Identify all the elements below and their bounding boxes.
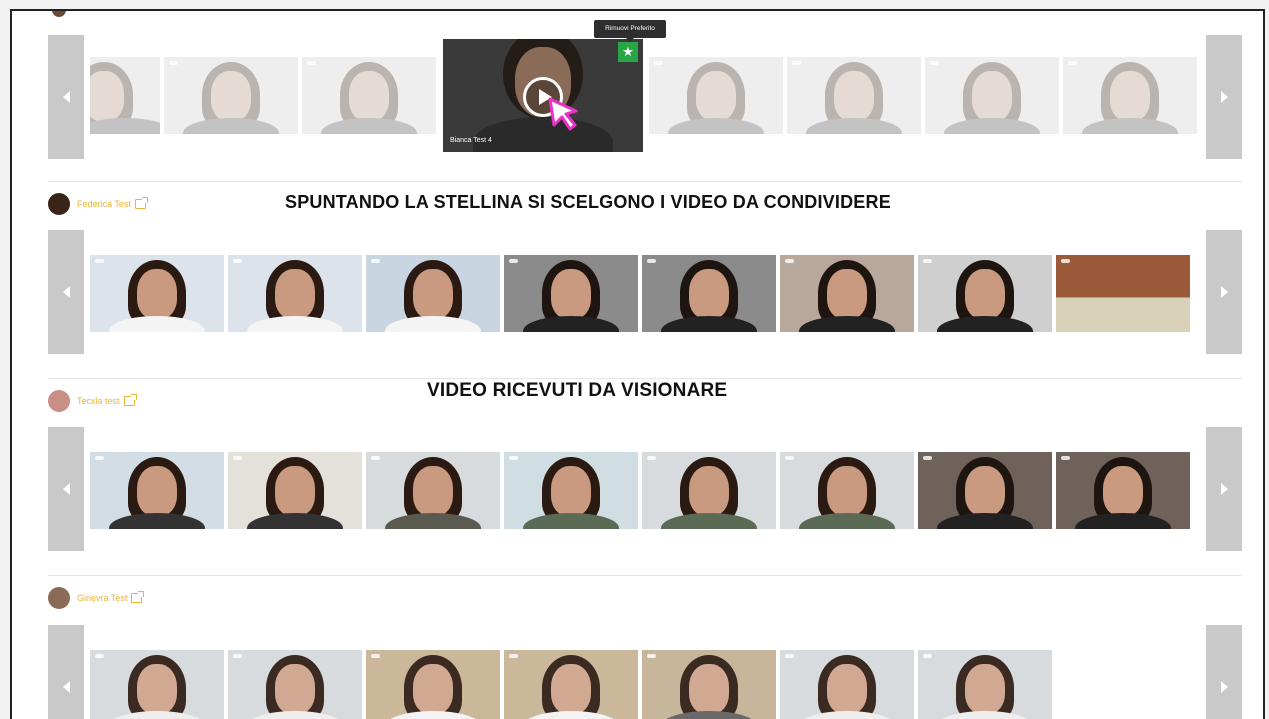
chevron-right-icon	[1220, 483, 1228, 495]
video-thumbnail[interactable]	[90, 452, 224, 529]
overlay-title: VIDEO RICEVUTI DA VISIONARE	[427, 380, 728, 401]
user-header: Ginevra Test	[48, 584, 145, 612]
carousel-row-federica	[90, 255, 1190, 332]
video-thumbnail[interactable]	[780, 255, 914, 332]
video-thumbnail[interactable]	[366, 650, 500, 719]
video-figure-body	[473, 117, 613, 152]
video-thumbnail[interactable]	[642, 452, 776, 529]
carousel-prev-button[interactable]	[48, 230, 84, 354]
tooltip: Rimuovi Preferito	[594, 20, 666, 42]
avatar	[48, 193, 70, 215]
carousel-next-button[interactable]	[1206, 625, 1242, 719]
favorite-star-button[interactable]: ★	[618, 42, 638, 62]
video-thumbnail[interactable]	[780, 452, 914, 529]
video-thumbnail[interactable]	[228, 452, 362, 529]
user-header: Federica Test	[48, 190, 148, 218]
carousel-prev-button[interactable]	[48, 35, 84, 159]
carousel-next-button[interactable]	[1206, 427, 1242, 551]
video-thumbnail[interactable]	[1056, 255, 1190, 332]
video-thumbnail[interactable]	[90, 57, 160, 134]
video-thumbnail[interactable]	[1063, 57, 1197, 134]
overlay-title: SPUNTANDO LA STELLINA SI SCELGONO I VIDE…	[285, 192, 891, 212]
user-header: Tecxla test	[48, 387, 137, 415]
avatar	[48, 587, 70, 609]
video-thumbnail[interactable]	[918, 650, 1052, 719]
carousel-row-bianca-right	[649, 57, 1197, 134]
row-divider	[48, 181, 1242, 182]
chevron-left-icon	[62, 483, 70, 495]
video-thumbnail[interactable]	[164, 57, 298, 134]
carousel-prev-button[interactable]	[48, 625, 84, 719]
page-frame: Bianca Test 4 ★ Rimuovi Preferito Federi…	[10, 9, 1265, 719]
external-link-icon[interactable]	[123, 394, 137, 406]
cursor-icon	[548, 97, 578, 131]
user-name[interactable]: Federica Test	[77, 199, 131, 209]
chevron-left-icon	[62, 681, 70, 693]
video-thumbnail[interactable]	[642, 255, 776, 332]
carousel-prev-button[interactable]	[48, 427, 84, 551]
user-name[interactable]: Ginevra Test	[77, 593, 127, 603]
video-thumbnail[interactable]	[302, 57, 436, 134]
video-thumbnail[interactable]	[925, 57, 1059, 134]
video-thumbnail[interactable]	[228, 255, 362, 332]
video-thumbnail[interactable]	[918, 255, 1052, 332]
video-thumbnail[interactable]	[649, 57, 783, 134]
external-link-icon[interactable]	[134, 197, 148, 209]
video-thumbnail[interactable]	[228, 650, 362, 719]
featured-video[interactable]: Bianca Test 4	[443, 39, 643, 152]
row-divider	[48, 575, 1242, 576]
video-thumbnail[interactable]	[90, 255, 224, 332]
video-thumbnail[interactable]	[366, 452, 500, 529]
video-thumbnail[interactable]	[780, 650, 914, 719]
avatar	[52, 11, 66, 17]
chevron-right-icon	[1220, 681, 1228, 693]
video-thumbnail[interactable]	[787, 57, 921, 134]
video-thumbnail[interactable]	[504, 255, 638, 332]
carousel-next-button[interactable]	[1206, 230, 1242, 354]
video-thumbnail[interactable]	[366, 255, 500, 332]
carousel-next-button[interactable]	[1206, 35, 1242, 159]
user-name[interactable]: Tecxla test	[77, 396, 120, 406]
chevron-left-icon	[62, 286, 70, 298]
avatar	[48, 390, 70, 412]
video-thumbnail[interactable]	[504, 650, 638, 719]
video-thumbnail[interactable]	[642, 650, 776, 719]
video-thumbnail[interactable]	[90, 650, 224, 719]
video-thumbnail[interactable]	[1056, 452, 1190, 529]
chevron-right-icon	[1220, 91, 1228, 103]
video-caption: Bianca Test 4	[450, 137, 492, 144]
row-divider	[48, 378, 1242, 379]
carousel-row-tecxla	[90, 452, 1190, 529]
chevron-right-icon	[1220, 286, 1228, 298]
external-link-icon[interactable]	[131, 591, 145, 603]
carousel-row-bianca	[90, 57, 436, 134]
video-thumbnail[interactable]	[504, 452, 638, 529]
chevron-left-icon	[62, 91, 70, 103]
carousel-row-ginevra	[90, 650, 1052, 719]
video-thumbnail[interactable]	[918, 452, 1052, 529]
